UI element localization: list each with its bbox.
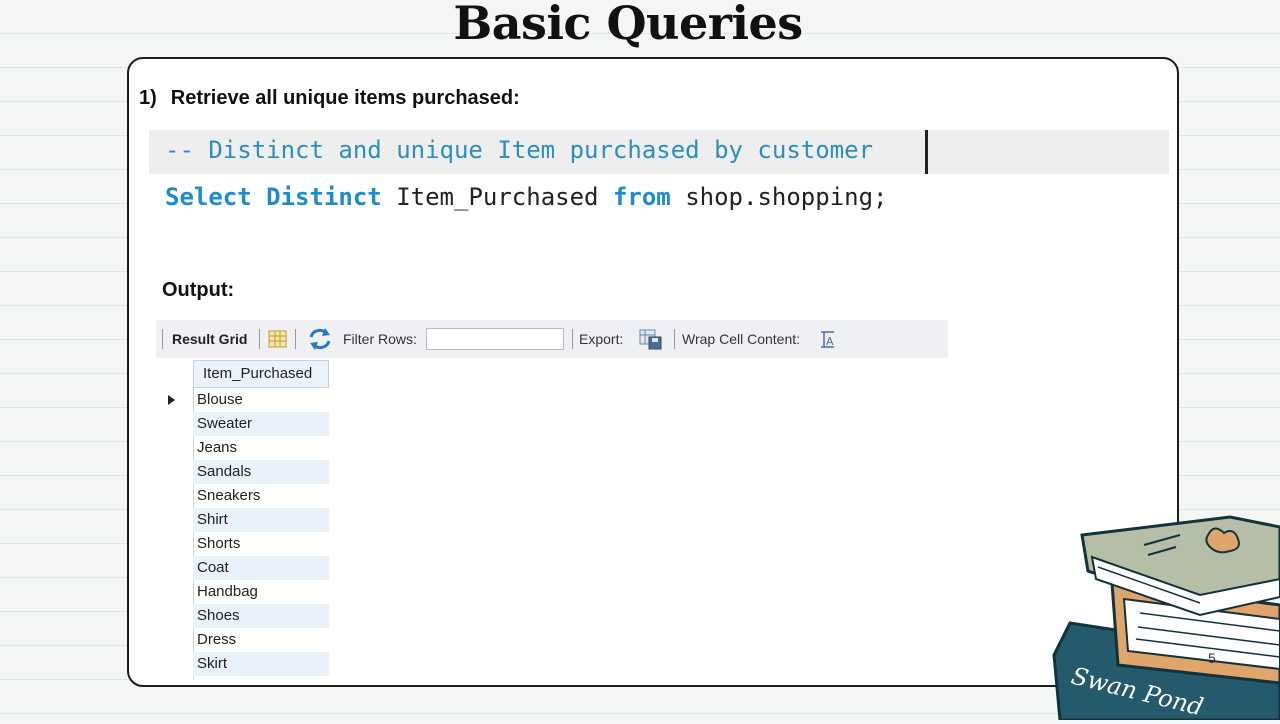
- filter-rows-input[interactable]: [426, 328, 564, 350]
- result-toolbar: Result Grid Filter Rows: Export: Wrap Ce…: [156, 320, 948, 358]
- current-row-arrow-icon: [168, 395, 175, 405]
- table-row[interactable]: Skirt: [193, 652, 329, 676]
- table-row[interactable]: Blouse: [193, 388, 329, 412]
- question-text: Retrieve all unique items purchased:: [170, 87, 520, 109]
- wrap-cell-label: Wrap Cell Content:: [682, 331, 801, 347]
- table-row[interactable]: Dress: [193, 628, 329, 652]
- row-header-column: [157, 360, 194, 680]
- toolbar-separator: [162, 329, 163, 349]
- sql-comment: -- Distinct and unique Item purchased by…: [165, 136, 874, 164]
- column-header-item-purchased[interactable]: Item_Purchased: [193, 360, 329, 388]
- sql-table: shop.shopping;: [685, 183, 888, 211]
- table-row[interactable]: Jeans: [193, 436, 329, 460]
- table-row[interactable]: Sandals: [193, 460, 329, 484]
- sql-column: Item_Purchased: [396, 183, 599, 211]
- table-row[interactable]: Sneakers: [193, 484, 329, 508]
- export-icon[interactable]: [637, 320, 665, 372]
- toolbar-separator: [572, 329, 573, 349]
- sql-keyword-select: Select: [165, 183, 252, 211]
- slide-title: Basic Queries: [453, 0, 803, 50]
- export-label: Export:: [579, 331, 624, 347]
- sql-keyword-distinct: Distinct: [266, 183, 382, 211]
- svg-text:A: A: [826, 335, 834, 348]
- toolbar-separator: [259, 329, 260, 349]
- text-cursor: [925, 130, 928, 174]
- toolbar-separator: [674, 329, 675, 349]
- output-label: Output:: [162, 279, 235, 301]
- wrap-text-icon[interactable]: A: [818, 320, 838, 372]
- result-grid-tab[interactable]: Result Grid: [172, 320, 247, 358]
- question-heading: 1) Retrieve all unique items purchased:: [139, 87, 520, 110]
- content-card: 1) Retrieve all unique items purchased: -…: [127, 57, 1179, 687]
- question-number: 1): [139, 87, 157, 109]
- filter-rows-label: Filter Rows:: [343, 331, 417, 347]
- toolbar-separator: [295, 329, 296, 349]
- table-row[interactable]: Shoes: [193, 604, 329, 628]
- table-row[interactable]: Handbag: [193, 580, 329, 604]
- table-row[interactable]: Sweater: [193, 412, 329, 436]
- code-comment-line: -- Distinct and unique Item purchased by…: [149, 130, 1169, 174]
- sql-keyword-from: from: [612, 183, 671, 211]
- page-number: 5: [1208, 650, 1216, 666]
- table-row[interactable]: Shirt: [193, 508, 329, 532]
- books-illustration: Swan Pond: [1040, 505, 1280, 724]
- sql-statement: Select Distinct Item_Purchased from shop…: [165, 183, 888, 211]
- table-row[interactable]: Coat: [193, 556, 329, 580]
- table-row[interactable]: Shorts: [193, 532, 329, 556]
